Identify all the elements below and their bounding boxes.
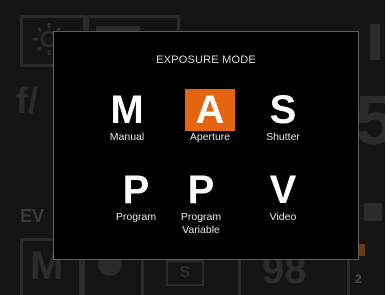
- mode-letter: P: [187, 168, 215, 212]
- mode-label: Program Variable: [180, 211, 222, 236]
- aperture-big-digit: 5: [355, 81, 385, 159]
- mode-option-manual[interactable]: M Manual: [89, 89, 165, 144]
- mode-letter: S: [269, 88, 297, 132]
- camera-screen: f/ 5 EV M S 98 2 EXPOSURE MODE M Manual …: [0, 0, 385, 295]
- aperture-prefix: f/: [16, 80, 38, 121]
- mode-label: Video: [269, 211, 297, 223]
- mode-option-aperture[interactable]: A Aperture: [172, 89, 248, 144]
- mode-label: Shutter: [266, 131, 300, 143]
- mode-option-program-variable[interactable]: P Program Variable: [163, 169, 239, 237]
- mode-label: Aperture: [189, 131, 231, 143]
- mode-letter: P: [122, 168, 150, 212]
- mode-letter: M: [110, 88, 144, 132]
- battery-tip: [370, 24, 380, 60]
- card-slot-number: 2: [355, 272, 362, 286]
- dialog-title: EXPOSURE MODE: [156, 54, 256, 66]
- s-badge: S: [166, 260, 204, 286]
- exposure-mode-dialog: EXPOSURE MODE M Manual A Aperture S Shut…: [53, 31, 359, 260]
- mode-letter: A: [185, 89, 235, 131]
- mode-option-video[interactable]: V Video: [245, 169, 321, 224]
- mode-letter: V: [269, 168, 297, 212]
- exposure-compensation-icon: [364, 203, 382, 221]
- mode-option-shutter[interactable]: S Shutter: [245, 89, 321, 144]
- mode-label: Manual: [109, 131, 145, 143]
- ev-label: EV: [20, 206, 45, 226]
